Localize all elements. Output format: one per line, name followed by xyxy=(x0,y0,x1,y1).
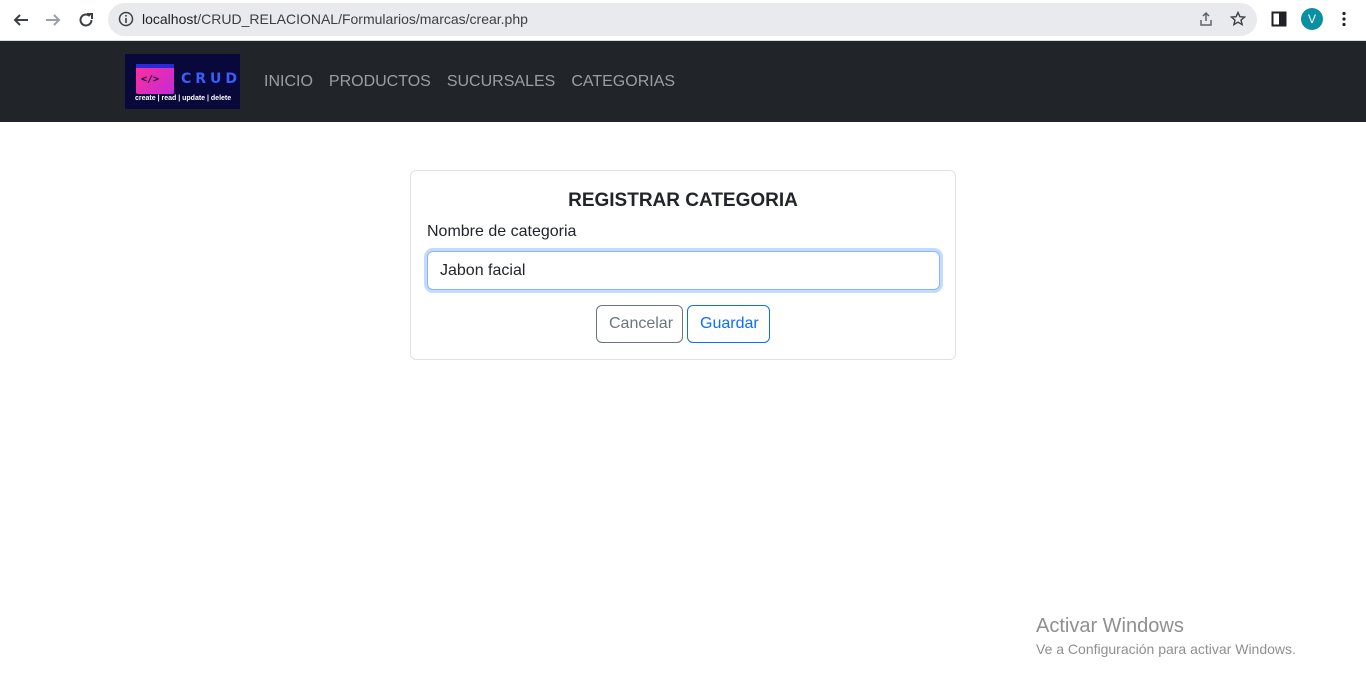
url-path: /CRUD_RELACIONAL/Formularios/marcas/crea… xyxy=(197,11,528,27)
logo-tagline: create | read | update | delete xyxy=(135,95,232,102)
reload-button[interactable] xyxy=(73,7,99,33)
form-title: REGISTRAR CATEGORIA xyxy=(568,190,798,211)
reload-icon xyxy=(79,13,93,27)
nav-links: INICIO PRODUCTOS SUCURSALES CATEGORIAS xyxy=(264,73,675,91)
cancel-button[interactable]: Cancelar xyxy=(596,305,683,343)
forward-button[interactable] xyxy=(40,7,66,33)
url-text[interactable]: localhost/CRUD_RELACIONAL/Formularios/ma… xyxy=(142,11,528,27)
watermark-title: Activar Windows xyxy=(1036,615,1184,637)
profile-avatar[interactable]: V xyxy=(1301,8,1323,30)
star-icon[interactable] xyxy=(1230,11,1246,27)
logo-code-glyph: </> xyxy=(141,74,160,85)
share-icon[interactable] xyxy=(1198,11,1214,27)
site-navbar: </> CRUD create | read | update | delete… xyxy=(0,41,1366,122)
address-bar[interactable]: localhost/CRUD_RELACIONAL/Formularios/ma… xyxy=(108,3,1257,36)
nav-link-categorias[interactable]: CATEGORIAS xyxy=(571,73,675,91)
url-host: localhost xyxy=(142,11,198,27)
forward-icon xyxy=(46,14,61,26)
category-name-label: Nombre de categoria xyxy=(427,223,577,240)
info-icon[interactable] xyxy=(118,11,134,27)
crud-logo[interactable]: </> CRUD create | read | update | delete xyxy=(125,54,240,109)
logo-wordmark: CRUD xyxy=(181,71,240,87)
register-category-card: REGISTRAR CATEGORIA Nombre de categoria … xyxy=(410,170,956,360)
back-icon xyxy=(13,14,28,26)
logo-graphic-bar xyxy=(136,64,174,68)
save-button[interactable]: Guardar xyxy=(687,305,770,343)
watermark-subtitle: Ve a Configuración para activar Windows. xyxy=(1036,641,1296,657)
browser-toolbar: localhost/CRUD_RELACIONAL/Formularios/ma… xyxy=(0,0,1366,41)
back-button[interactable] xyxy=(8,7,34,33)
side-panel-icon[interactable] xyxy=(1271,11,1287,27)
category-name-input[interactable] xyxy=(427,251,940,290)
windows-activation-watermark: Activar Windows Ve a Configuración para … xyxy=(1036,615,1296,657)
nav-link-productos[interactable]: PRODUCTOS xyxy=(329,73,431,91)
menu-icon[interactable] xyxy=(1340,11,1348,27)
nav-link-sucursales[interactable]: SUCURSALES xyxy=(447,73,555,91)
nav-link-inicio[interactable]: INICIO xyxy=(264,73,313,91)
